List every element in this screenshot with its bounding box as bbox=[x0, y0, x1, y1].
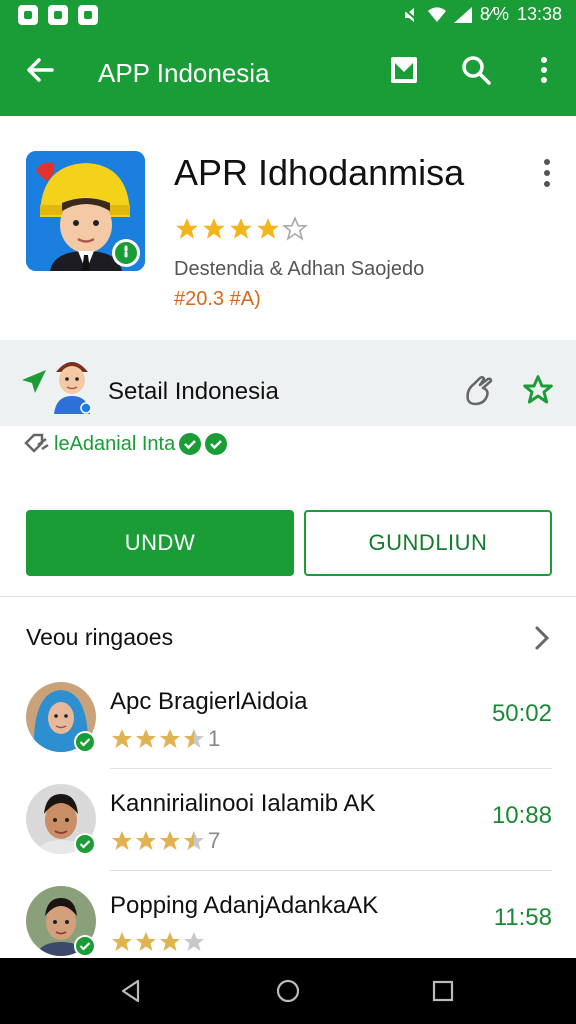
hand-wave-icon[interactable] bbox=[462, 374, 496, 406]
app-price: #20.3 #A) bbox=[174, 288, 261, 310]
section-title: Setail Indonesia bbox=[108, 378, 279, 405]
star-full-icon bbox=[136, 729, 156, 748]
secondary-button[interactable]: GUNDLIUN bbox=[304, 510, 552, 576]
notification-icon bbox=[18, 5, 38, 25]
wifi-icon bbox=[427, 6, 446, 22]
star-full-icon bbox=[136, 831, 156, 850]
status-indicators: 8⁄% 13:38 bbox=[402, 4, 562, 25]
favorite-star-icon[interactable] bbox=[522, 374, 554, 406]
star-full-icon bbox=[136, 932, 156, 951]
review-time: 11:58 bbox=[493, 904, 552, 931]
review-count: 7 bbox=[208, 828, 221, 853]
edit-notification-icon bbox=[48, 5, 68, 25]
notification-icons bbox=[18, 5, 98, 25]
star-full-icon bbox=[160, 932, 180, 951]
status-bar: 8⁄% 13:38 bbox=[0, 0, 576, 30]
clock: 13:38 bbox=[516, 4, 562, 24]
verified-badge-icon bbox=[74, 833, 96, 855]
review-stars: 7 bbox=[110, 828, 220, 854]
star-full-icon bbox=[112, 831, 132, 850]
review-stars bbox=[110, 930, 206, 954]
app-bar: APP Indonesia bbox=[0, 30, 576, 116]
star-full-icon bbox=[203, 218, 225, 239]
navigation-arrow-icon bbox=[22, 370, 46, 393]
review-time: 10:88 bbox=[491, 802, 552, 829]
back-arrow-icon[interactable] bbox=[22, 52, 58, 88]
chevron-right-icon[interactable] bbox=[530, 624, 554, 652]
row-divider bbox=[110, 768, 552, 769]
battery-text: 8⁄% bbox=[479, 4, 509, 24]
nav-back-icon[interactable] bbox=[118, 978, 144, 1004]
star-full-icon bbox=[112, 932, 132, 951]
reviews-heading[interactable]: Veou ringaoes bbox=[26, 624, 173, 651]
app-bar-title: APP Indonesia bbox=[98, 58, 270, 88]
star-full-icon bbox=[230, 218, 252, 239]
section-avatar-icon bbox=[54, 362, 92, 414]
verified-badge-icon bbox=[74, 935, 96, 957]
mute-icon bbox=[402, 6, 420, 23]
list-item[interactable]: Apc BragierlAidoia 1 50:02 bbox=[0, 682, 576, 784]
tagline-row: leAdanial Inta bbox=[24, 430, 228, 458]
star-empty-icon bbox=[282, 216, 308, 241]
verified-badge-icon bbox=[74, 731, 96, 753]
tag-icon bbox=[24, 433, 49, 453]
review-time: 50:02 bbox=[491, 700, 552, 727]
review-count: 1 bbox=[208, 726, 221, 751]
app-title: APR Idhodanmisa bbox=[174, 152, 465, 193]
star-full-icon bbox=[160, 729, 180, 748]
app-icon bbox=[26, 151, 145, 271]
gallery-icon[interactable] bbox=[386, 52, 422, 88]
signal-icon bbox=[453, 6, 472, 23]
star-full-icon bbox=[176, 218, 198, 239]
star-full-icon bbox=[160, 831, 180, 850]
primary-button[interactable]: UNDW bbox=[26, 510, 294, 576]
nav-home-icon[interactable] bbox=[275, 978, 301, 1004]
reviewer-name: Apc BragierlAidoia bbox=[110, 688, 308, 715]
row-divider bbox=[110, 870, 552, 871]
system-nav-bar bbox=[0, 958, 576, 1024]
reviewer-name: Kannirialinooi Ialamib AK bbox=[110, 790, 376, 817]
overflow-menu-icon[interactable] bbox=[526, 52, 562, 88]
star-empty-icon bbox=[184, 932, 204, 951]
helmet-avatar-icon bbox=[26, 151, 145, 271]
nav-recents-icon[interactable] bbox=[430, 978, 456, 1004]
review-stars: 1 bbox=[110, 726, 220, 752]
divider bbox=[0, 596, 576, 597]
check-badge-icon bbox=[205, 433, 228, 455]
star-full-icon bbox=[257, 218, 279, 239]
reviewer-name: Popping AdanjAdankaAK bbox=[110, 892, 379, 919]
developer-name[interactable]: Destendia & Adhan Saojedo bbox=[174, 258, 424, 281]
star-half-icon bbox=[184, 729, 204, 748]
check-badge-icon bbox=[179, 433, 202, 455]
app-rating-stars bbox=[174, 216, 308, 242]
search-icon[interactable] bbox=[458, 52, 494, 88]
tagline-text: leAdanial Inta bbox=[54, 432, 176, 455]
star-half-icon bbox=[184, 831, 204, 850]
app-overflow-menu-icon[interactable] bbox=[536, 156, 558, 190]
mail-notification-icon bbox=[78, 5, 98, 25]
list-item[interactable]: Kannirialinooi Ialamib AK 7 10:88 bbox=[0, 784, 576, 886]
star-full-icon bbox=[112, 729, 132, 748]
